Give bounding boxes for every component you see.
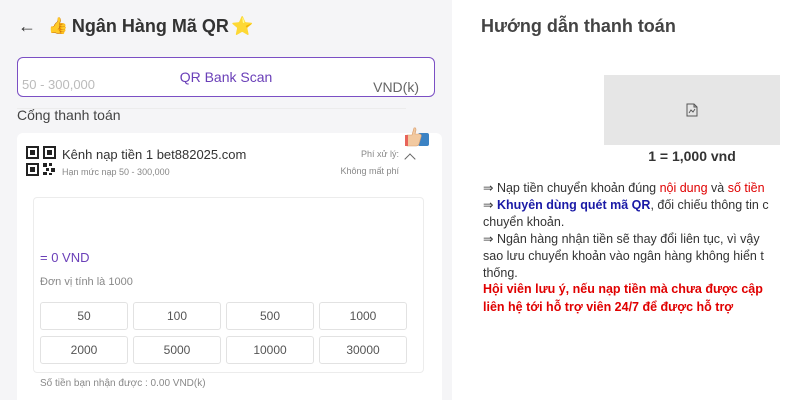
preset-button[interactable]: 5000: [133, 336, 221, 364]
thumbs-up-icon: 👍: [48, 18, 68, 35]
page-title-text: Ngân Hàng Mã QR: [71, 15, 229, 36]
broken-image-icon: [686, 103, 698, 117]
amount-input[interactable]: 50 - 300,000: [22, 77, 392, 92]
star-icon: ⭐: [230, 15, 254, 36]
amount-divider: [17, 108, 406, 109]
payment-gateway-label: Cổng thanh toán: [17, 107, 121, 123]
preset-button[interactable]: 10000: [226, 336, 314, 364]
unit-note: Đơn vị tính là 1000: [40, 276, 133, 288]
highlight-content: nội dung: [659, 181, 708, 195]
instruction-text: và: [707, 181, 728, 195]
instruction-line-3: chuyển khoản.: [483, 215, 565, 229]
exchange-rate: 1 = 1,000 vnd: [648, 148, 736, 164]
right-panel: Hướng dẫn thanh toán 1 = 1,000 vnd ⇒ Nạp…: [452, 0, 800, 400]
warning-line-2: liên hệ tới hỗ trợ viên 24/7 để được hỗ …: [483, 300, 734, 314]
arrow-left-icon[interactable]: ←: [18, 16, 48, 37]
guide-title: Hướng dẫn thanh toán: [481, 16, 676, 36]
instruction-text: ⇒: [483, 198, 497, 212]
instruction-line-1: ⇒ Nạp tiền chuyển khoản đúng nội dung và…: [483, 180, 800, 197]
member-warning: Hội viên lưu ý, nếu nạp tiền mà chưa đượ…: [483, 280, 800, 316]
instruction-line-5: sao lưu chuyển khoản vào ngân hàng không…: [483, 249, 764, 263]
converted-amount: = 0 VND: [40, 250, 90, 265]
qr-image-placeholder: [604, 75, 780, 145]
page-title: 👍 Ngân Hàng Mã QR ⭐: [48, 16, 253, 37]
instruction-text: , đối chiếu thông tin c: [650, 198, 769, 212]
instruction-text: ⇒ Nạp tiền chuyển khoản đúng: [483, 181, 660, 195]
page-header: ← 👍 Ngân Hàng Mã QR ⭐: [18, 12, 253, 40]
highlight-qr: Khuyên dùng quét mã QR: [496, 198, 651, 212]
preset-button[interactable]: 500: [226, 302, 314, 330]
preset-button[interactable]: 2000: [40, 336, 128, 364]
instruction-line-4: ⇒ Ngân hàng nhận tiền sẽ thay đổi liên t…: [483, 232, 760, 246]
preset-button[interactable]: 1000: [319, 302, 407, 330]
preset-amounts: 50 100 500 1000 2000 5000 10000 30000: [40, 302, 410, 364]
amount-details: = 0 VND Đơn vị tính là 1000 50 100 500 1…: [17, 133, 442, 400]
highlight-amount: số tiền: [727, 181, 765, 195]
amount-unit: VND(k): [373, 79, 419, 95]
instruction-line-2: ⇒ Khuyên dùng quét mã QR, đối chiếu thôn…: [483, 197, 800, 214]
warning-line-1: Hội viên lưu ý, nếu nạp tiền mà chưa đượ…: [483, 282, 763, 296]
received-amount-note: Số tiền bạn nhận được : 0.00 VND(k): [40, 378, 206, 389]
preset-button[interactable]: 100: [133, 302, 221, 330]
instructions: ⇒ Nạp tiền chuyển khoản đúng nội dung và…: [483, 180, 800, 282]
preset-button[interactable]: 30000: [319, 336, 407, 364]
preset-button[interactable]: 50: [40, 302, 128, 330]
